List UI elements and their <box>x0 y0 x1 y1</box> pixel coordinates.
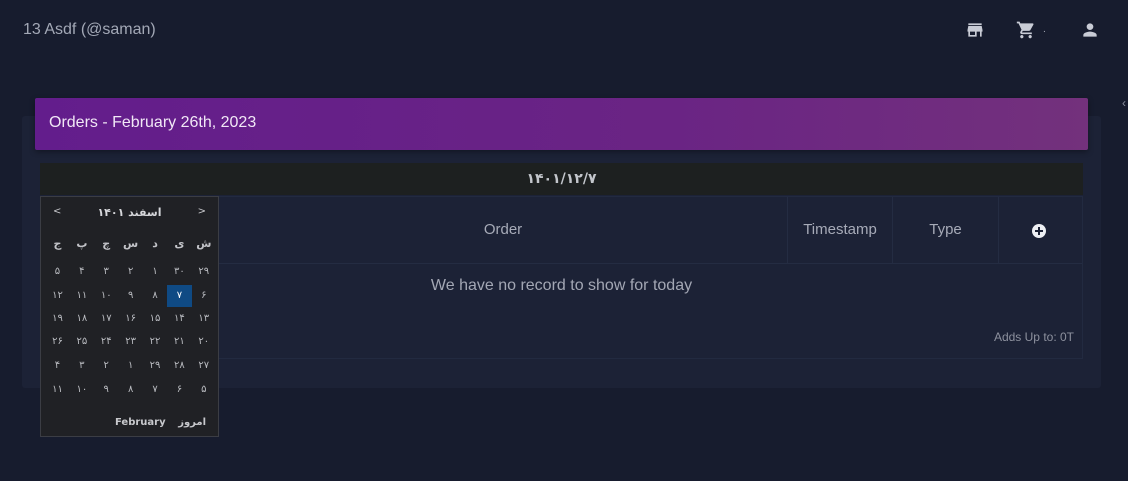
calendar-today-button[interactable]: امروز <box>178 417 206 428</box>
calendar-day[interactable]: ۲۱ <box>167 331 191 353</box>
page-title: Orders - February 26th, 2023 <box>49 114 257 131</box>
calendar-week: ۱۳ ۱۴ ۱۵ ۱۶ ۱۷ ۱۸ ۱۹ <box>45 308 216 330</box>
weekday-label: ی <box>174 237 185 250</box>
calendar-day[interactable]: ۱۸ <box>70 308 94 330</box>
calendar-day[interactable]: ۱۳ <box>192 308 216 330</box>
calendar-day[interactable]: ۱ <box>118 355 142 377</box>
calendar-day[interactable]: ۱۹ <box>45 308 69 330</box>
calendar-week: ۵ ۶ ۷ ۸ ۹ ۱۰ ۱۱ <box>45 379 216 401</box>
collapse-chevron-icon[interactable]: ‹ <box>1122 96 1126 110</box>
calendar-day[interactable]: ۲۰ <box>192 331 216 353</box>
weekday-label: پ <box>76 237 88 250</box>
calendar-day[interactable]: ۲ <box>94 355 118 377</box>
calendar-week: ۲۰ ۲۱ ۲۲ ۲۳ ۲۴ ۲۵ ۲۶ <box>45 331 216 353</box>
calendar-day[interactable]: ۲۹ <box>192 261 216 283</box>
calendar-day[interactable]: ۱۲ <box>45 285 69 307</box>
weekday-label: چ <box>102 237 111 250</box>
weekday-label: ش <box>196 237 212 250</box>
calendar-day[interactable]: ۱۰ <box>70 379 94 401</box>
calendar-day[interactable]: ۲۴ <box>94 331 118 353</box>
calendar-day[interactable]: ۲۷ <box>192 355 216 377</box>
orders-header: Orders - February 26th, 2023 <box>35 98 1088 150</box>
calendar-week: ۲۷ ۲۸ ۲۹ ۱ ۲ ۳ ۴ <box>45 355 216 377</box>
calendar-day[interactable]: ۴ <box>70 261 94 283</box>
user-title: 13 Asdf (@saman) <box>23 21 156 38</box>
orders-total: Adds Up to: 0T <box>993 330 1074 344</box>
cart-icon[interactable] <box>1016 20 1036 40</box>
calendar-day[interactable]: ۲۸ <box>167 355 191 377</box>
calendar-day[interactable]: ۹ <box>94 379 118 401</box>
calendar-week: ۶ ۷ ۸ ۹ ۱۰ ۱۱ ۱۲ <box>45 285 216 307</box>
top-bar: 13 Asdf (@saman) ۰ <box>0 0 1128 62</box>
selected-date[interactable]: ۱۴۰۱/۱۲/۷ <box>40 171 1083 187</box>
calendar-weekdays: ش ی د س چ پ ج <box>45 237 216 250</box>
calendar-day[interactable]: ۳ <box>70 355 94 377</box>
calendar-day[interactable]: ۹ <box>118 285 142 307</box>
calendar-day[interactable]: ۱۷ <box>94 308 118 330</box>
store-icon[interactable] <box>965 20 985 40</box>
calendar-day[interactable]: ۶ <box>192 285 216 307</box>
calendar-day[interactable]: ۵ <box>45 261 69 283</box>
calendar-week: ۲۹ ۳۰ ۱ ۲ ۳ ۴ ۵ <box>45 261 216 283</box>
calendar-day[interactable]: ۵ <box>192 379 216 401</box>
calendar-day[interactable]: ۲۲ <box>143 331 167 353</box>
calendar-day[interactable]: ۱۰ <box>94 285 118 307</box>
calendar-day[interactable]: ۶ <box>167 379 191 401</box>
date-selector[interactable]: ۱۴۰۱/۱۲/۷ <box>40 163 1083 195</box>
calendar-month-title: اسفند ۱۴۰۱ <box>97 206 162 219</box>
column-header-order: Order <box>219 197 788 263</box>
calendar-day[interactable]: ۱۱ <box>70 285 94 307</box>
calendar-day[interactable]: ۲ <box>118 261 142 283</box>
calendar-day[interactable]: ۱ <box>143 261 167 283</box>
calendar-next-button[interactable]: > <box>198 206 206 217</box>
calendar-day[interactable]: ۳۰ <box>167 261 191 283</box>
weekday-label: ج <box>53 237 62 250</box>
calendar-day[interactable]: ۷ <box>143 379 167 401</box>
calendar-day[interactable]: ۱۶ <box>118 308 142 330</box>
date-picker-popup: < اسفند ۱۴۰۱ > ش ی د س چ پ ج ۲۹ ۳۰ ۱ ۲ ۳… <box>40 196 219 437</box>
add-order-icon[interactable] <box>1032 224 1046 238</box>
calendar-month-switch-button[interactable]: February <box>115 417 166 428</box>
calendar-day[interactable]: ۲۳ <box>118 331 142 353</box>
calendar-day[interactable]: ۱۵ <box>143 308 167 330</box>
user-icon[interactable] <box>1080 20 1100 40</box>
calendar-day[interactable]: ۲۹ <box>143 355 167 377</box>
column-header-timestamp: Timestamp <box>788 197 893 263</box>
weekday-label: د <box>152 237 158 250</box>
calendar-day[interactable]: ۲۵ <box>70 331 94 353</box>
calendar-day[interactable]: ۱۱ <box>45 379 69 401</box>
calendar-day[interactable]: ۳ <box>94 261 118 283</box>
calendar-day-selected[interactable]: ۷ <box>167 285 192 307</box>
calendar-day[interactable]: ۱۴ <box>167 308 191 330</box>
column-header-type: Type <box>893 197 999 263</box>
cart-count: ۰ <box>1042 26 1047 36</box>
calendar-day[interactable]: ۸ <box>143 285 167 307</box>
calendar-day[interactable]: ۲۶ <box>45 331 69 353</box>
weekday-label: س <box>123 237 139 250</box>
calendar-day[interactable]: ۴ <box>45 355 69 377</box>
calendar-day[interactable]: ۸ <box>118 379 142 401</box>
